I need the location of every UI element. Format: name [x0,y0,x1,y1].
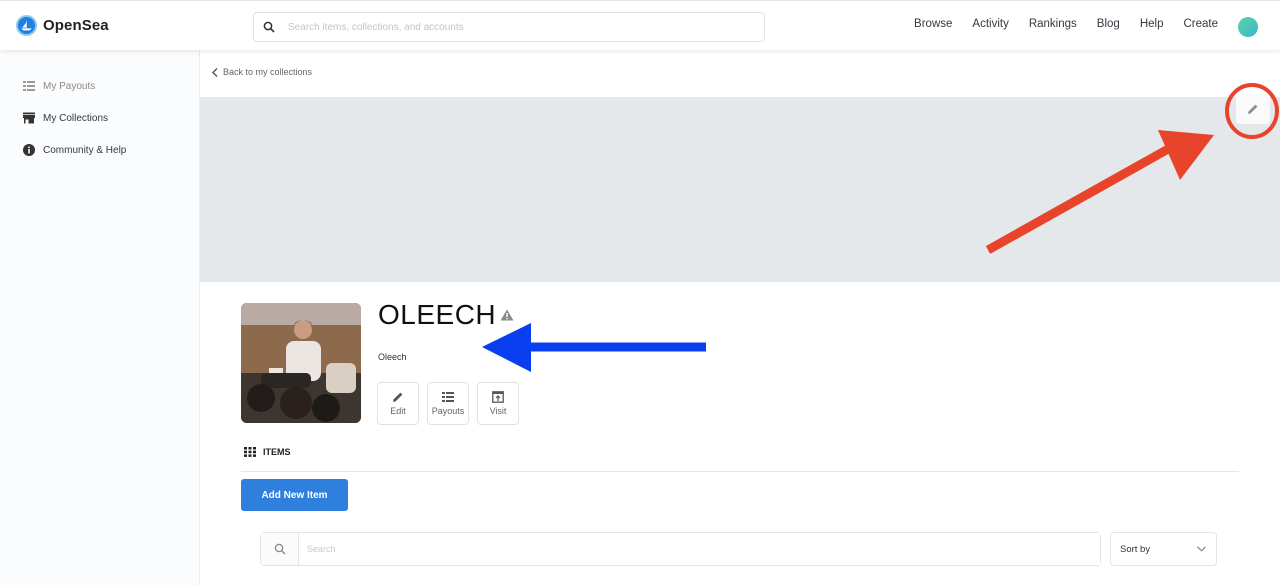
items-heading: ITEMS [263,447,291,457]
info-icon [23,144,35,156]
back-link-label: Back to my collections [223,67,313,77]
user-avatar[interactable] [1238,17,1258,37]
payouts-button[interactable]: Payouts [427,382,469,425]
sort-by-label: Sort by [1120,543,1151,555]
brand-name: OpenSea [43,17,109,34]
chevron-left-icon [212,67,218,77]
main-nav: Browse Activity Rankings Blog Help Creat… [894,18,1218,30]
sidebar-item-label: Community & Help [43,144,127,156]
list-icon [442,392,454,402]
items-search[interactable] [260,532,1101,566]
sort-by-dropdown[interactable]: Sort by [1110,532,1217,566]
storefront-icon [23,112,35,124]
warning-icon[interactable] [500,309,514,321]
list-icon [23,81,35,91]
chevron-down-icon [1197,546,1206,552]
edit-label: Edit [390,406,406,416]
items-search-input[interactable] [299,533,1100,565]
collection-title-row: OLEECH [378,299,514,331]
nav-help[interactable]: Help [1140,18,1164,30]
add-new-item-button[interactable]: Add New Item [241,479,348,511]
edit-banner-button[interactable] [1236,94,1270,124]
items-tab[interactable]: ITEMS [244,447,291,457]
collection-image [241,303,361,423]
sidebar-item-label: My Payouts [43,80,96,92]
sidebar-item-community-help[interactable]: Community & Help [23,144,126,156]
nav-browse[interactable]: Browse [914,18,952,30]
nav-rankings[interactable]: Rankings [1029,18,1077,30]
open-external-icon [492,391,504,403]
sidebar-item-my-collections[interactable]: My Collections [23,112,108,124]
nav-create[interactable]: Create [1183,18,1218,30]
pencil-icon [393,392,403,402]
global-search-input[interactable] [288,21,748,33]
visit-label: Visit [489,406,507,416]
search-icon [261,533,299,565]
visit-button[interactable]: Visit [477,382,519,425]
payouts-label: Payouts [431,406,465,416]
opensea-logo[interactable]: OpenSea [16,15,109,36]
collection-banner[interactable] [200,97,1280,282]
global-search[interactable] [253,12,765,42]
top-navbar: OpenSea Browse Activity Rankings Blog He… [0,0,1280,50]
sidebar: My Payouts My Collections Community & He… [0,50,200,585]
main-content: Back to my collections OLEECH Oleech Edi… [200,50,1280,585]
nav-blog[interactable]: Blog [1097,18,1120,30]
items-divider [241,471,1239,472]
collection-title: OLEECH [378,299,497,330]
pencil-icon [1248,104,1258,114]
sidebar-item-my-payouts[interactable]: My Payouts [23,80,95,92]
edit-collection-button[interactable]: Edit [377,382,419,425]
sidebar-item-label: My Collections [43,112,109,124]
opensea-logo-icon [16,15,37,36]
collection-actions: Edit Payouts Visit [377,382,519,425]
grid-icon [244,447,256,457]
collection-subtitle: Oleech [378,352,407,362]
back-to-collections-link[interactable]: Back to my collections [212,67,312,77]
search-icon [254,21,284,33]
nav-activity[interactable]: Activity [972,18,1008,30]
